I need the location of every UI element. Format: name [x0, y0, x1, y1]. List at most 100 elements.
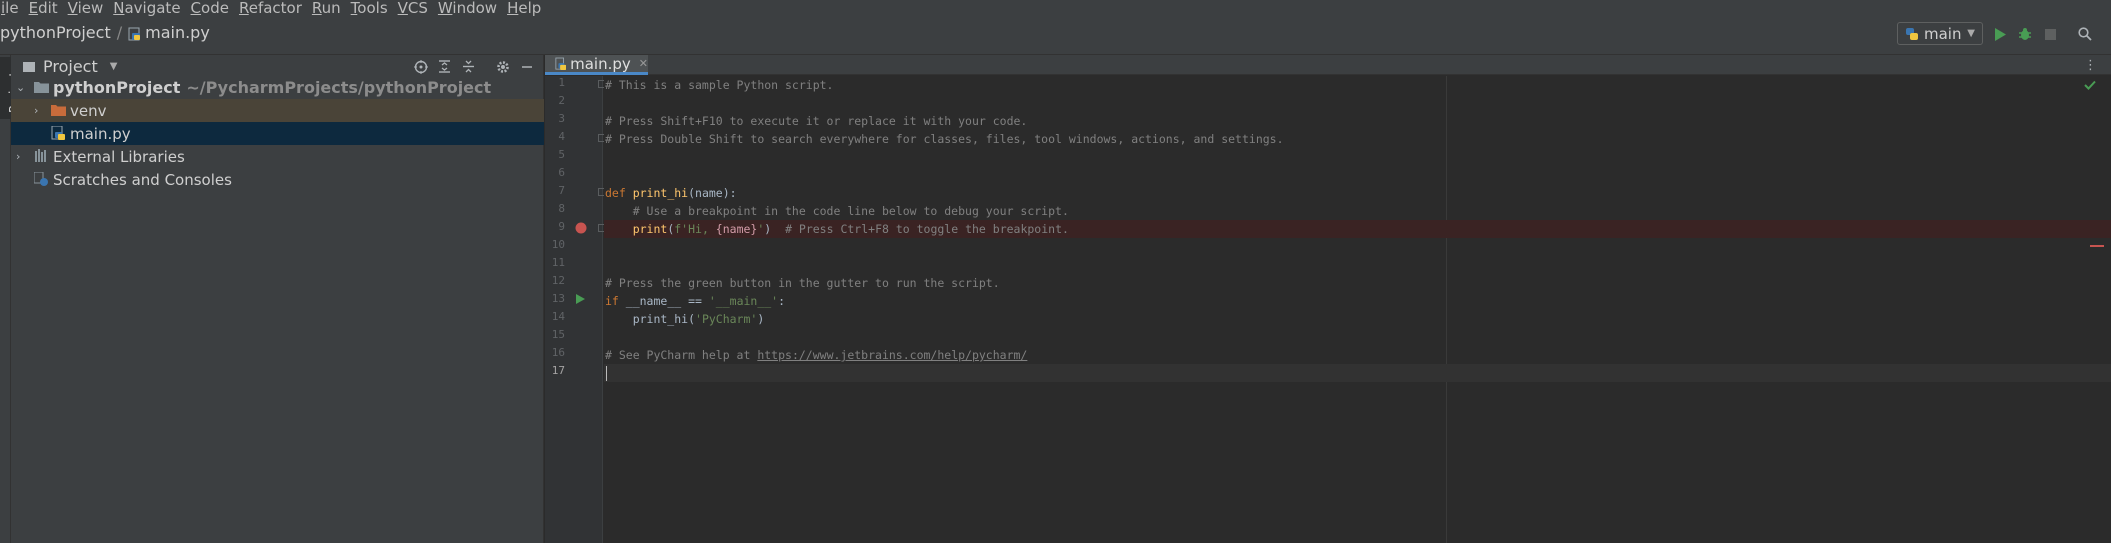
tree-item-label: External Libraries [53, 147, 185, 166]
current-line-highlight [604, 364, 2111, 382]
line-number: 6 [558, 166, 565, 179]
breadcrumb-file[interactable]: main.py [145, 23, 210, 42]
code-text: (name): [688, 186, 737, 200]
tree-item-label: main.py [70, 124, 131, 143]
menu-help[interactable]: Help [502, 1, 546, 16]
no-problems-check-icon[interactable] [2084, 80, 2096, 90]
code-line-7: def print_hi(name): [605, 184, 737, 202]
breadcrumb: pythonProject / main.py [0, 23, 210, 42]
select-opened-file-icon[interactable] [412, 58, 429, 75]
text-cursor [606, 366, 607, 381]
code-line-12: # Press the green button in the gutter t… [605, 276, 1000, 290]
breakpoint-icon[interactable] [575, 222, 587, 234]
comment: # See PyCharm help at [605, 348, 758, 362]
menu-file[interactable]: ile [0, 1, 24, 16]
code-line-9: print(f'Hi, {name}') # Press Ctrl+F8 to … [605, 220, 1069, 238]
help-link[interactable]: https://www.jetbrains.com/help/pycharm/ [757, 348, 1027, 362]
navigation-bar: pythonProject / main.py main ▼ [0, 17, 2111, 55]
line-number: 10 [551, 238, 565, 251]
menu-run[interactable]: Run [307, 1, 346, 16]
code-line-4: # Press Double Shift to search everywher… [605, 132, 1284, 146]
line-number: 5 [558, 148, 565, 161]
code-text: ) [757, 312, 765, 326]
breadcrumb-project[interactable]: pythonProject [0, 23, 111, 42]
function-name: print_hi [632, 186, 689, 200]
tree-item-external-libraries[interactable]: › External Libraries [11, 145, 544, 168]
expand-all-icon[interactable] [436, 58, 453, 75]
more-options-icon[interactable]: ⋮ [2084, 58, 2097, 73]
code-line-3: # Press Shift+F10 to execute it or repla… [605, 114, 1028, 128]
close-icon[interactable]: ✕ [639, 57, 648, 70]
line-number: 3 [558, 112, 565, 125]
project-path: ~/PycharmProjects/pythonProject [186, 78, 492, 97]
search-icon[interactable] [2076, 25, 2094, 43]
line-number: 17 [551, 364, 565, 377]
hide-panel-icon[interactable] [518, 58, 535, 75]
menu-code[interactable]: Code [186, 1, 234, 16]
tree-item-main-py[interactable]: main.py [11, 122, 544, 145]
code-line-14: print_hi('PyCharm') [605, 310, 765, 328]
string-literal: f'Hi, [674, 222, 716, 236]
tree-item-pythonproject[interactable]: ⌄ pythonProject ~/PycharmProjects/pythonP… [11, 76, 544, 99]
tree-item-venv[interactable]: › venv [11, 99, 544, 122]
run-gutter-icon[interactable] [576, 294, 585, 304]
comment: # Press Ctrl+F8 to toggle the breakpoint… [785, 222, 1069, 236]
tab-main-py[interactable]: main.py ✕ [545, 55, 648, 75]
project-name: pythonProject [53, 78, 181, 97]
function-call: print [605, 222, 668, 236]
folder-excluded-icon [51, 105, 66, 116]
string-literal: 'PyCharm' [695, 312, 758, 326]
project-panel: Project ▼ ⌄ pythonProject ~/PycharmProjec… [11, 55, 544, 543]
line-number: 8 [558, 202, 565, 215]
chevron-right-icon[interactable]: › [34, 104, 38, 117]
line-number: 15 [551, 328, 565, 341]
menu-navigate[interactable]: Navigate [108, 1, 185, 16]
chevron-down-icon: ▼ [109, 61, 118, 72]
menu-window[interactable]: Window [433, 1, 502, 16]
code-line-1: # This is a sample Python script. [605, 78, 834, 92]
code-line-8: # Use a breakpoint in the code line belo… [605, 204, 1069, 218]
project-panel-icon [23, 62, 35, 72]
chevron-down-icon[interactable]: ⌄ [16, 81, 25, 94]
tree-item-label: venv [70, 101, 107, 120]
run-configuration-selector[interactable]: main ▼ [1897, 22, 1983, 45]
scratches-icon [34, 172, 48, 186]
project-view-selector[interactable]: Project ▼ [23, 57, 117, 76]
tree-item-scratches[interactable]: Scratches and Consoles [11, 168, 544, 191]
code-text: : [778, 294, 786, 308]
menu-refactor[interactable]: Refactor [234, 1, 307, 16]
run-configuration-name: main [1924, 24, 1962, 43]
line-number: 1 [558, 76, 565, 89]
editor-tab-bar: main.py ✕ ⋮ [545, 55, 2111, 75]
menu-edit[interactable]: Edit [24, 1, 63, 16]
gear-icon[interactable] [494, 58, 511, 75]
string-literal: '__main__' [708, 294, 779, 308]
project-panel-header: Project ▼ [11, 55, 544, 78]
chevron-down-icon: ▼ [1967, 28, 1975, 39]
line-number: 12 [551, 274, 565, 287]
line-number: 16 [551, 346, 565, 359]
collapse-all-icon[interactable] [460, 58, 477, 75]
menu-tools[interactable]: Tools [346, 1, 393, 16]
code-text: __name__ == [625, 294, 709, 308]
python-file-icon [51, 126, 65, 140]
left-tool-window-strip: Project [0, 55, 21, 543]
python-file-icon [555, 57, 567, 70]
interpolated-variable: {name} [715, 222, 758, 236]
chevron-right-icon[interactable]: › [16, 150, 20, 163]
tab-label: main.py [570, 54, 631, 73]
line-number: 7 [558, 184, 565, 197]
error-stripe-marker[interactable] [2090, 245, 2104, 247]
menu-view[interactable]: View [63, 1, 109, 16]
menu-vcs[interactable]: VCS [393, 1, 433, 16]
line-number: 14 [551, 310, 565, 323]
python-file-icon [128, 26, 141, 40]
editor-gutter: 1 2 3 4 5 6 7 8 9 10 11 12 13 14 15 16 1… [545, 76, 605, 543]
code-text: print_hi( [605, 312, 696, 326]
tree-item-label: pythonProject ~/PycharmProjects/pythonPro… [53, 78, 491, 97]
code-line-16: # See PyCharm help at https://www.jetbra… [605, 346, 1027, 364]
stop-icon[interactable] [2041, 25, 2059, 43]
debug-icon[interactable] [2016, 25, 2034, 43]
project-panel-title: Project [43, 57, 98, 76]
run-icon[interactable] [1991, 25, 2009, 43]
